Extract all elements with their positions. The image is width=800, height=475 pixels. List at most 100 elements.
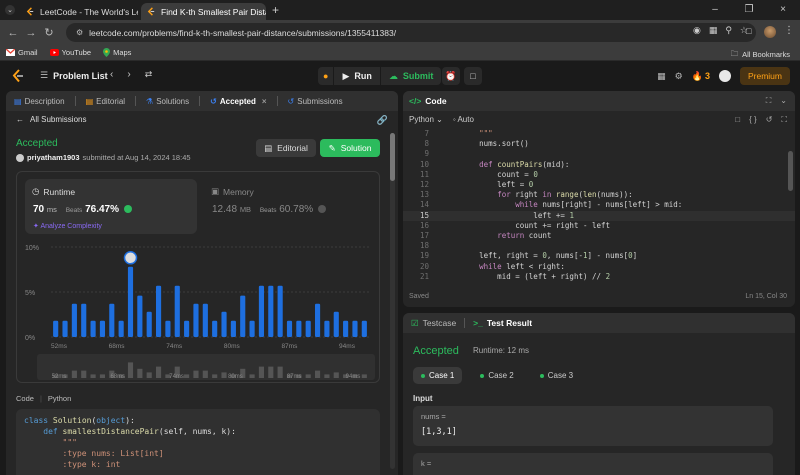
check-badge-icon (123, 205, 132, 213)
runtime-distribution-chart[interactable]: 10% 5% 0% 52ms 68ms 74ms 80ms 87ms 94ms 52ms 68ms 7… (17, 242, 381, 382)
memory-title-text: Memory (223, 186, 254, 197)
eye-off-icon[interactable]: ◉ (693, 25, 701, 36)
submitted-code[interactable]: class Solution(object): def smallestDist… (16, 409, 380, 475)
left-scrollbar[interactable] (390, 133, 395, 469)
tab-testcase[interactable]: ☑ Testcase (411, 318, 456, 329)
reload-icon[interactable]: ↻ (40, 26, 58, 39)
run-button[interactable]: ▶ Run (334, 67, 381, 85)
nums-label: nums = (421, 412, 446, 421)
site-info-icon[interactable]: ⚙ (76, 28, 83, 37)
submitter-avatar[interactable] (16, 153, 24, 162)
shuffle-icon[interactable]: ⇄ (145, 69, 153, 80)
autocomplete-toggle[interactable]: ◦ Auto (453, 115, 474, 124)
code-line: :type nums: List[int] (24, 449, 164, 458)
overview-bar (277, 366, 283, 378)
memory-card[interactable]: ▣ Memory 12.48 MB Beats 60.78% (211, 179, 371, 234)
overview-bar (212, 374, 218, 378)
layout-icon[interactable]: ▦ (657, 71, 666, 82)
streak-counter[interactable]: 🔥 3 (692, 71, 710, 82)
new-tab-button[interactable]: + (272, 3, 279, 17)
analyze-complexity-link[interactable]: ✦ Analyze Complexity (33, 222, 102, 230)
code-line: while left < right: (479, 261, 565, 271)
submitter-name[interactable]: priyatham1903 (27, 153, 80, 162)
save-status: Saved (409, 293, 429, 300)
chart-bar (343, 320, 349, 337)
tab-accepted[interactable]: ↺ Accepted × (210, 97, 266, 106)
memory-value: 12.48 (212, 204, 238, 215)
overview-bar (193, 370, 199, 378)
minimize-icon[interactable]: – (698, 0, 732, 20)
line-number: 18 (419, 241, 429, 251)
forward-icon[interactable]: → (22, 27, 40, 39)
browser-tab-leetcode[interactable]: LeetCode - The World's Leadin × (20, 3, 138, 20)
chart-bar (127, 266, 134, 337)
fullscreen-icon[interactable]: ⛶ (781, 115, 787, 125)
leetcode-header: ☰ Problem List ‹ › ⇄ ● ▶ Run ☁ Submit ⏰ … (0, 62, 800, 90)
browser-toolbar: ← → ↻ ⚙ leetcode.com/problems/find-k-th-… (0, 20, 800, 45)
editor-toolbar: Python ⌄ ◦ Auto (409, 115, 474, 124)
reset-icon[interactable]: ↺ (766, 115, 773, 125)
chart-bar (277, 285, 283, 337)
close-tab-icon[interactable]: × (262, 97, 267, 106)
leetcode-logo-icon[interactable] (12, 69, 24, 83)
bookmark-icon[interactable]: □ (735, 115, 740, 125)
browser-menu-icon[interactable]: ⋮ (784, 25, 794, 36)
runtime-card[interactable]: ◷ Runtime 70 ms Beats 76.47% ✦ Analyze Co… (25, 179, 197, 234)
tab-solutions[interactable]: ⚗ Solutions (146, 97, 189, 106)
premium-button[interactable]: Premium (739, 67, 790, 85)
scroll-thumb[interactable] (390, 133, 395, 181)
tab-description[interactable]: ▤ Description (14, 97, 65, 106)
problem-list-button[interactable]: ☰ Problem List (40, 70, 108, 81)
all-submissions-link[interactable]: ← All Submissions (16, 115, 86, 124)
format-icon[interactable]: { } (749, 115, 757, 125)
tab-search-icon[interactable]: ⌄ (5, 5, 15, 15)
next-problem-icon[interactable]: › (127, 69, 130, 80)
fire-icon: 🔥 (691, 70, 703, 81)
runtime-title: ◷ Runtime (32, 186, 75, 197)
tab-test-result[interactable]: >_ Test Result (473, 318, 532, 328)
bookmark-youtube[interactable]: YouTube (49, 48, 91, 57)
close-window-icon[interactable]: × (766, 0, 800, 20)
case-label: Case 3 (547, 371, 574, 380)
timer-icon[interactable]: ⏰ (442, 67, 460, 85)
bookmark-maps[interactable]: Maps (103, 48, 131, 57)
tab-editorial[interactable]: ▤ Editorial (86, 97, 125, 106)
prev-problem-icon[interactable]: ‹ (110, 69, 113, 80)
extensions-icon[interactable]: □ (746, 26, 751, 36)
chart-bar (71, 303, 77, 337)
code-editor[interactable]: 7 """ 8 nums.sort() 9 10 def countPairs(mid… (403, 129, 795, 283)
tab-submissions[interactable]: ↺ Submissions (288, 97, 343, 106)
maximize-icon[interactable]: ❐ (732, 0, 766, 20)
zoom-icon[interactable]: ⚲ (725, 25, 732, 36)
list-icon: ☰ (40, 70, 49, 80)
all-submissions-label: All Submissions (30, 115, 87, 124)
debug-icon[interactable]: ● (318, 67, 335, 85)
address-bar[interactable]: ⚙ leetcode.com/problems/find-k-th-smalle… (66, 23, 756, 42)
notes-icon[interactable]: □ (464, 67, 482, 85)
browser-tab-problem[interactable]: Find K-th Smallest Pair Distance × (141, 3, 266, 20)
user-avatar[interactable] (718, 70, 731, 82)
all-bookmarks-button[interactable]: 🗀 All Bookmarks (731, 48, 790, 61)
case-tabs: Case 1 Case 2 Case 3 (413, 367, 581, 384)
editor-scrollbar[interactable] (788, 151, 793, 191)
line-number: 7 (424, 129, 429, 138)
chevron-down-icon[interactable]: ⌄ (780, 96, 787, 106)
profile-avatar[interactable] (764, 26, 776, 38)
input-k-box: k = (413, 453, 773, 475)
expand-icon[interactable]: ⛶ (766, 96, 772, 106)
editorial-button[interactable]: ▤ Editorial (256, 139, 316, 157)
language-select[interactable]: Python ⌄ (409, 115, 443, 124)
solution-button[interactable]: ✎ Solution (320, 139, 380, 157)
language-label: Python (409, 115, 434, 124)
translate-icon[interactable]: ▦ (709, 25, 718, 36)
check-badge-icon (317, 205, 326, 213)
settings-icon[interactable]: ⚙ (675, 71, 683, 82)
bookmark-gmail[interactable]: Gmail (6, 48, 38, 57)
tab-title: Find K-th Smallest Pair Distance (161, 6, 266, 17)
submit-button[interactable]: ☁ Submit (381, 67, 442, 85)
link-icon[interactable]: 🔗 (377, 115, 388, 126)
back-icon[interactable]: ← (4, 27, 22, 39)
case-3-tab[interactable]: Case 3 (532, 367, 581, 384)
case-2-tab[interactable]: Case 2 (472, 367, 521, 384)
case-1-tab[interactable]: Case 1 (413, 367, 463, 384)
